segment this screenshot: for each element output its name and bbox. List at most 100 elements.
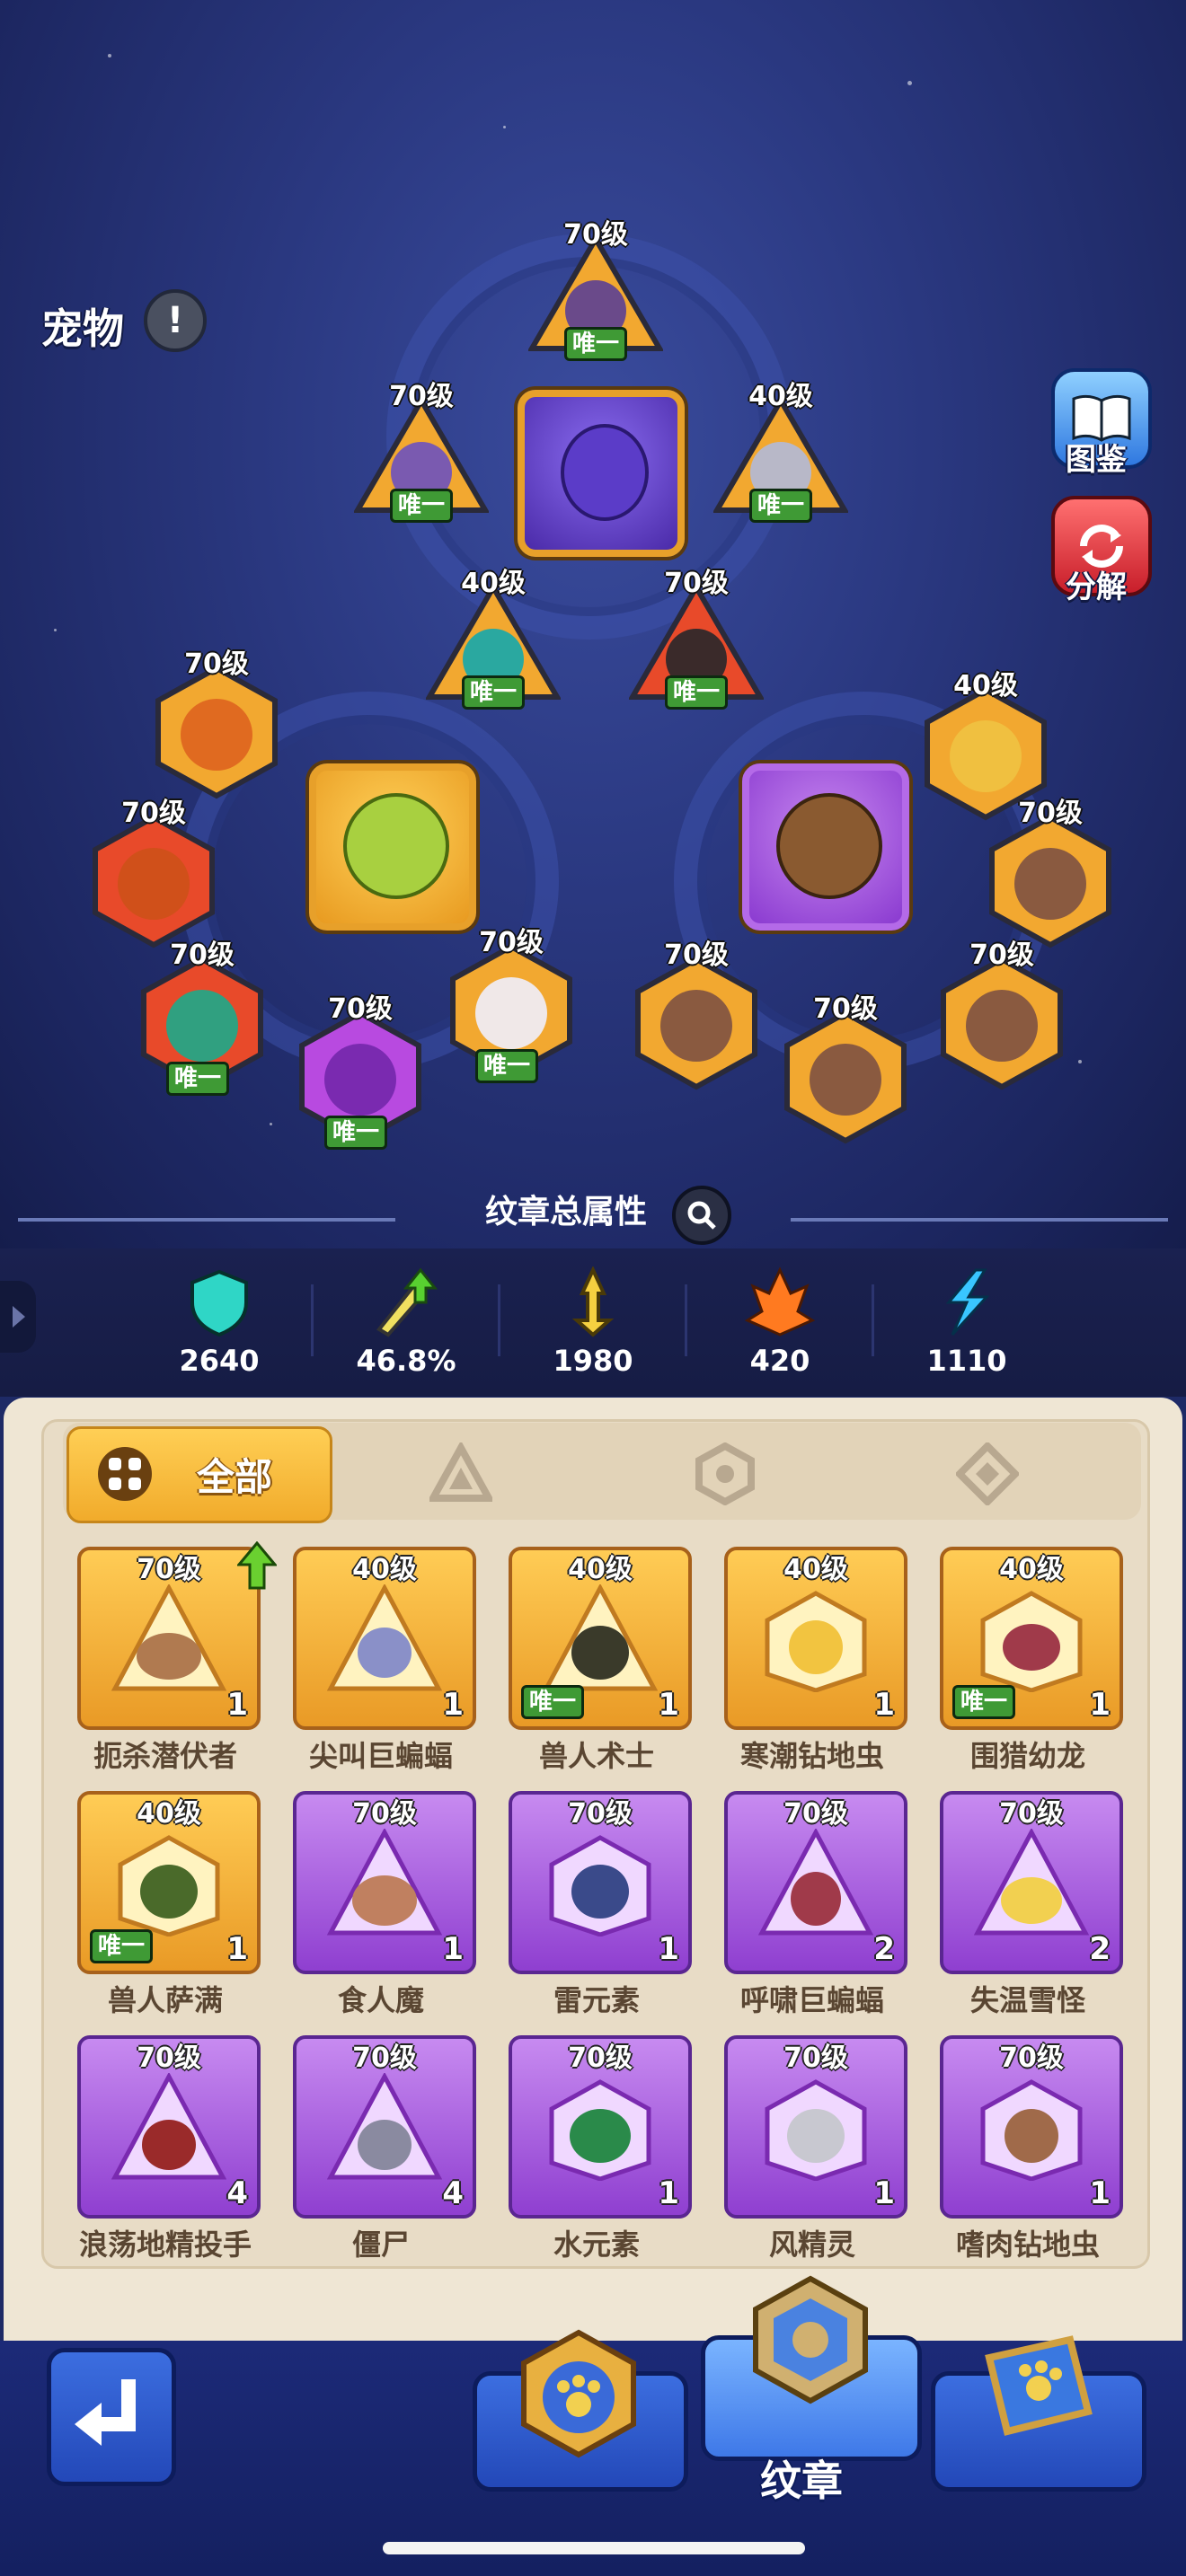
divider xyxy=(311,1284,314,1356)
divider xyxy=(872,1284,874,1356)
emblem-card[interactable]: 70级 2 xyxy=(724,1791,907,1974)
exclamation-icon[interactable]: ! xyxy=(144,289,207,352)
level-label: 40级 xyxy=(748,381,813,412)
star xyxy=(54,629,57,631)
nav-pet-button[interactable] xyxy=(473,2329,688,2492)
unique-badge: 唯一 xyxy=(952,1685,1016,1719)
level-label: 70级 xyxy=(969,940,1034,971)
return-arrow-icon xyxy=(75,2379,136,2446)
stat-value: 420 xyxy=(749,1344,810,1378)
level-label: 70级 xyxy=(170,940,235,971)
level-label: 70级 xyxy=(664,940,729,971)
nav-book-button[interactable] xyxy=(931,2335,1146,2492)
emblem-slot[interactable]: 70级 xyxy=(983,798,1118,948)
unique-badge: 唯一 xyxy=(475,1049,539,1083)
emblem-card[interactable]: 70级 1 xyxy=(724,2035,907,2219)
emblem-name: 浪荡地精投手 xyxy=(78,2228,252,2262)
hexagon-frame-icon xyxy=(941,956,1063,1090)
emblem-name: 雷元素 xyxy=(553,1983,640,2017)
emblem-slot[interactable]: 70级 xyxy=(629,940,764,1090)
ghost-pet-icon xyxy=(561,424,649,521)
unique-badge: 唯一 xyxy=(462,675,526,710)
emblem-card[interactable]: 40级 1 xyxy=(724,1547,907,1730)
emblem-card[interactable]: 40级 唯一 1 xyxy=(77,1791,261,1974)
count-label: 2 xyxy=(873,1931,895,1967)
flesh-burrower-icon xyxy=(980,2079,1083,2181)
emblem-slot[interactable]: 70级 唯一 xyxy=(354,381,489,523)
level-label: 40级 xyxy=(461,568,526,599)
star xyxy=(108,54,111,57)
center-slot-top[interactable] xyxy=(518,390,685,557)
emblem-card[interactable]: 40级 1 xyxy=(293,1547,476,1730)
level-label: 70级 xyxy=(352,2042,417,2074)
count-label: 1 xyxy=(1089,1687,1111,1723)
stat-value: 2640 xyxy=(179,1344,260,1378)
unique-badge: 唯一 xyxy=(90,1929,154,1963)
diamond-icon[interactable] xyxy=(956,1442,1019,1505)
level-label: 40级 xyxy=(352,1554,417,1585)
stat-fire: 420 xyxy=(708,1266,852,1378)
level-label: 70级 xyxy=(352,1798,417,1830)
expand-handle[interactable] xyxy=(0,1281,36,1353)
emblem-card[interactable]: 70级 1 xyxy=(293,1791,476,1974)
emblem-card[interactable]: 40级 唯一 1 xyxy=(509,1547,692,1730)
hexagon-frame-icon xyxy=(93,814,215,948)
emblem-card[interactable]: 70级 4 xyxy=(293,2035,476,2219)
emblem-slot[interactable]: 70级 唯一 xyxy=(444,927,579,1083)
emblem-card[interactable]: 70级 1 xyxy=(509,1791,692,1974)
nav-emblem-button[interactable] xyxy=(701,2275,922,2461)
unique-badge: 唯一 xyxy=(564,327,628,361)
stats-bar: 2640 46.8% 1980 420 1110 xyxy=(0,1248,1186,1397)
level-label: 70级 xyxy=(389,381,454,412)
emblem-card[interactable]: 70级 1 xyxy=(509,2035,692,2219)
emblem-slot[interactable]: 70级 xyxy=(86,798,221,948)
rabbit-pet-icon xyxy=(776,793,882,899)
count-label: 1 xyxy=(1089,2175,1111,2211)
emblem-slot[interactable]: 70级 xyxy=(934,940,1069,1090)
unique-badge: 唯一 xyxy=(324,1116,388,1150)
codex-label: 图鉴 xyxy=(1066,442,1127,478)
emblem-name: 食人魔 xyxy=(337,1983,424,2017)
emblem-card[interactable]: 70级 4 xyxy=(77,2035,261,2219)
emblem-slot[interactable]: 40级 唯一 xyxy=(426,568,561,710)
fire-icon xyxy=(744,1266,816,1337)
upgrade-arrow-icon xyxy=(237,1541,277,1590)
emblem-card[interactable]: 40级 唯一 1 xyxy=(940,1547,1123,1730)
triangle-icon[interactable] xyxy=(429,1442,492,1505)
back-button[interactable] xyxy=(47,2348,176,2486)
stat-crit: 46.8% xyxy=(334,1266,478,1378)
emblem-slot[interactable]: 70级 唯一 xyxy=(293,993,428,1150)
emblem-name: 兽人术士 xyxy=(538,1739,654,1773)
emblem-slot[interactable]: 70级 xyxy=(149,648,284,799)
center-slot-right[interactable] xyxy=(742,763,909,931)
level-label: 40级 xyxy=(137,1798,201,1830)
emblem-card[interactable]: 70级 2 xyxy=(940,1791,1123,1974)
ogre-icon xyxy=(327,1829,442,1936)
emblem-card[interactable]: 70级 1 xyxy=(940,2035,1123,2219)
emblem-name: 寒潮钻地虫 xyxy=(739,1739,884,1773)
emblem-card[interactable]: 70级 1 xyxy=(77,1541,277,1730)
emblem-name: 呼啸巨蝙蝠 xyxy=(739,1983,884,2017)
star xyxy=(503,126,506,128)
home-indicator[interactable] xyxy=(383,2542,805,2554)
emblem-slot[interactable]: 70级 唯一 xyxy=(135,940,270,1096)
star xyxy=(1078,1060,1082,1063)
tab-all[interactable]: 全部 xyxy=(66,1426,332,1523)
count-label: 1 xyxy=(658,1687,679,1723)
shield-icon xyxy=(190,1269,248,1337)
emblem-slot[interactable]: 70级 xyxy=(778,993,913,1144)
level-label: 70级 xyxy=(479,927,544,958)
level-label: 70级 xyxy=(783,1798,848,1830)
emblem-slot[interactable]: 70级 唯一 xyxy=(528,219,663,361)
center-slot-left[interactable] xyxy=(309,763,476,931)
unique-badge: 唯一 xyxy=(665,675,729,710)
emblem-name: 风精灵 xyxy=(768,2228,855,2262)
zombie-icon xyxy=(327,2073,442,2180)
hexagon-icon[interactable] xyxy=(694,1442,757,1505)
divider xyxy=(498,1284,500,1356)
emblem-slot[interactable]: 70级 唯一 xyxy=(629,568,764,710)
search-icon[interactable] xyxy=(672,1186,731,1245)
hexagon-frame-icon xyxy=(989,814,1111,948)
emblem-slot[interactable]: 40级 唯一 xyxy=(713,381,848,523)
level-label: 70级 xyxy=(1018,798,1083,829)
